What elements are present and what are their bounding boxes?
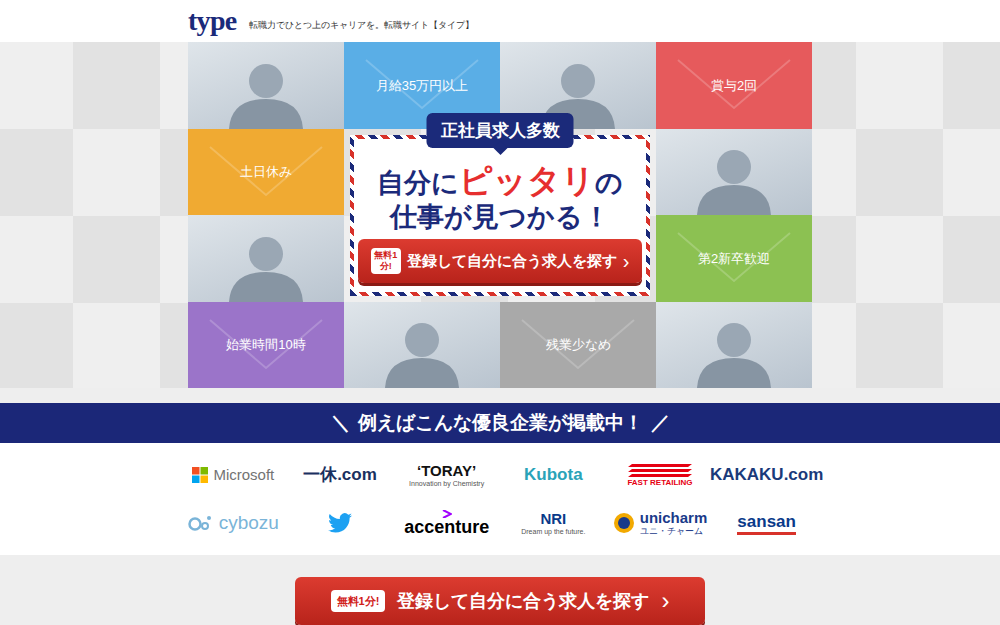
banner-suffix: ／ — [651, 409, 670, 438]
person-icon — [221, 55, 311, 129]
banner-title: 例えばこんな優良企業が掲載中！ — [358, 409, 643, 438]
logo-text: KAKAKU.com — [710, 462, 823, 488]
logo-text: NRI — [540, 511, 566, 526]
company-logo: KAKAKU.com — [713, 458, 820, 492]
headline: 自分にピッタリの — [377, 161, 623, 201]
logo-text: FAST RETAILING — [627, 479, 692, 487]
company-logo: ‘TORAY’ Innovation by Chemistry — [393, 458, 500, 492]
company-logos: Microsoft 一休.com ‘TORAY’ Innovation by Chem… — [0, 443, 1000, 555]
logo-text: ‘TORAY’ — [417, 463, 476, 478]
tagline: 転職力でひとつ上のキャリアを。転職サイト【タイプ】 — [249, 19, 474, 33]
arrow-icon: › — [661, 589, 669, 613]
cta-label: 登録して自分に合う求人を探す — [397, 588, 649, 615]
headline-line: 仕事が見つかる！ — [390, 201, 610, 233]
company-logo: NRI Dream up the future. — [500, 506, 607, 540]
logo-subtext: Dream up the future. — [521, 528, 585, 535]
feature-tile: 賞与2回 — [656, 42, 812, 129]
photo — [188, 42, 344, 129]
feature-tile: 残業少なめ — [500, 302, 656, 389]
cta-button[interactable]: 無料1分! 登録して自分に合う求人を探す › — [358, 239, 642, 283]
headline-part: 自分に — [377, 168, 459, 198]
photo — [344, 302, 500, 389]
feature-tile: 土日休み — [188, 129, 344, 216]
person-icon — [689, 141, 779, 215]
cybozu-icon — [188, 514, 214, 532]
hero: 正社員求人多数自分にピッタリの仕事が見つかる！ 無料1分! 登録して自分に合う求人を… — [0, 42, 1000, 388]
feature-label: 賞与2回 — [711, 76, 757, 96]
company-logo: sansan — [713, 506, 820, 540]
logo-text: 一休.com — [303, 462, 377, 488]
company-logo: accenture — [393, 506, 500, 540]
badge-text: 正社員求人多数 — [441, 121, 560, 140]
logo-subtext: ユニ・チャーム — [640, 527, 703, 536]
logo-text: cybozu — [219, 509, 279, 538]
company-logo: unicharm ユニ・チャーム — [607, 506, 714, 540]
stripes-icon — [628, 463, 692, 477]
company-logo: FAST RETAILING — [607, 458, 714, 492]
site-logo[interactable]: type — [188, 7, 237, 35]
hero-card: 正社員求人多数自分にピッタリの仕事が見つかる！無料1分!登録して自分に合う求人を… — [344, 129, 656, 302]
windows-icon — [192, 467, 208, 483]
logo-text: Kubota — [524, 462, 583, 488]
feature-label: 残業少なめ — [546, 335, 611, 355]
badge: 正社員求人多数 — [427, 113, 574, 149]
company-logo: 一休.com — [287, 458, 394, 492]
company-logo: Kubota — [500, 458, 607, 492]
photo — [656, 129, 812, 216]
logo-text: sansan — [737, 511, 796, 535]
logo-text: Microsoft — [213, 464, 274, 487]
bottom-section: 無料1分! 登録して自分に合う求人を探す › — [0, 555, 1000, 625]
feature-label: 土日休み — [240, 162, 292, 182]
companies-banner: ＼ 例えばこんな優良企業が掲載中！ ／ — [0, 403, 1000, 443]
cta-tag: 無料1分! — [331, 590, 386, 613]
cta-button[interactable]: 無料1分! 登録して自分に合う求人を探す › — [295, 577, 705, 625]
feature-label: 始業時間10時 — [226, 335, 305, 355]
company-logo: cybozu — [180, 506, 287, 540]
logo-subtext: Innovation by Chemistry — [409, 480, 484, 487]
unicharm-icon — [613, 512, 635, 534]
arrow-icon: › — [623, 251, 630, 271]
logo-text: accenture — [404, 518, 489, 536]
twitter-bird-icon — [328, 513, 352, 533]
logo-text: unicharm — [640, 510, 708, 525]
person-icon — [377, 314, 467, 388]
header: type 転職力でひとつ上のキャリアを。転職サイト【タイプ】 — [0, 0, 1000, 42]
headline-part: ピッタリ — [459, 162, 595, 199]
feature-label: 第2新卒歓迎 — [698, 249, 770, 269]
person-icon — [221, 228, 311, 302]
feature-tile: 始業時間10時 — [188, 302, 344, 389]
company-logo: Microsoft — [180, 458, 287, 492]
cta-label: 登録して自分に合う求人を探す — [407, 250, 617, 273]
feature-label: 月給35万円以上 — [376, 76, 468, 96]
accent-mark-icon — [442, 510, 452, 518]
headline-part: の — [595, 168, 623, 198]
banner-prefix: ＼ — [331, 409, 350, 438]
photo — [188, 215, 344, 302]
photo — [656, 302, 812, 389]
cta-tag: 無料1分! — [371, 248, 401, 275]
feature-tile: 第2新卒歓迎 — [656, 215, 812, 302]
company-logo — [287, 506, 394, 540]
person-icon — [689, 314, 779, 388]
